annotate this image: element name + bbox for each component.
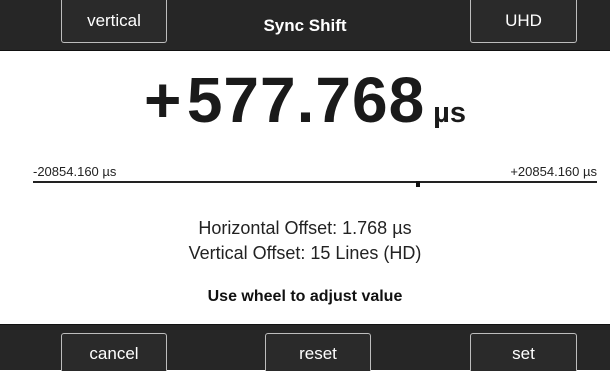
page-title: Sync Shift: [263, 16, 347, 35]
scale-min-label: -20854.160 µs: [33, 164, 117, 179]
bottom-bar: cancel reset set: [0, 324, 610, 371]
value-unit: µs: [433, 97, 466, 129]
horizontal-offset-text: Horizontal Offset: 1.768 µs: [198, 218, 412, 238]
vertical-button[interactable]: vertical: [61, 0, 167, 43]
scale-marker: [416, 181, 420, 187]
value-scale: [33, 181, 597, 183]
vertical-offset-text: Vertical Offset: 15 Lines (HD): [188, 243, 422, 263]
value-number: 577.768: [186, 64, 426, 136]
top-bar: vertical Sync Shift UHD: [0, 0, 610, 51]
set-button[interactable]: set: [470, 333, 577, 371]
scale-max-label: +20854.160 µs: [510, 164, 597, 179]
value-sign: +: [143, 64, 183, 136]
sync-shift-value: + 577.768 µs: [0, 63, 610, 137]
adjust-hint: Use wheel to adjust value: [207, 288, 403, 305]
cancel-button[interactable]: cancel: [61, 333, 167, 371]
reset-button[interactable]: reset: [265, 333, 371, 371]
uhd-button[interactable]: UHD: [470, 0, 577, 43]
